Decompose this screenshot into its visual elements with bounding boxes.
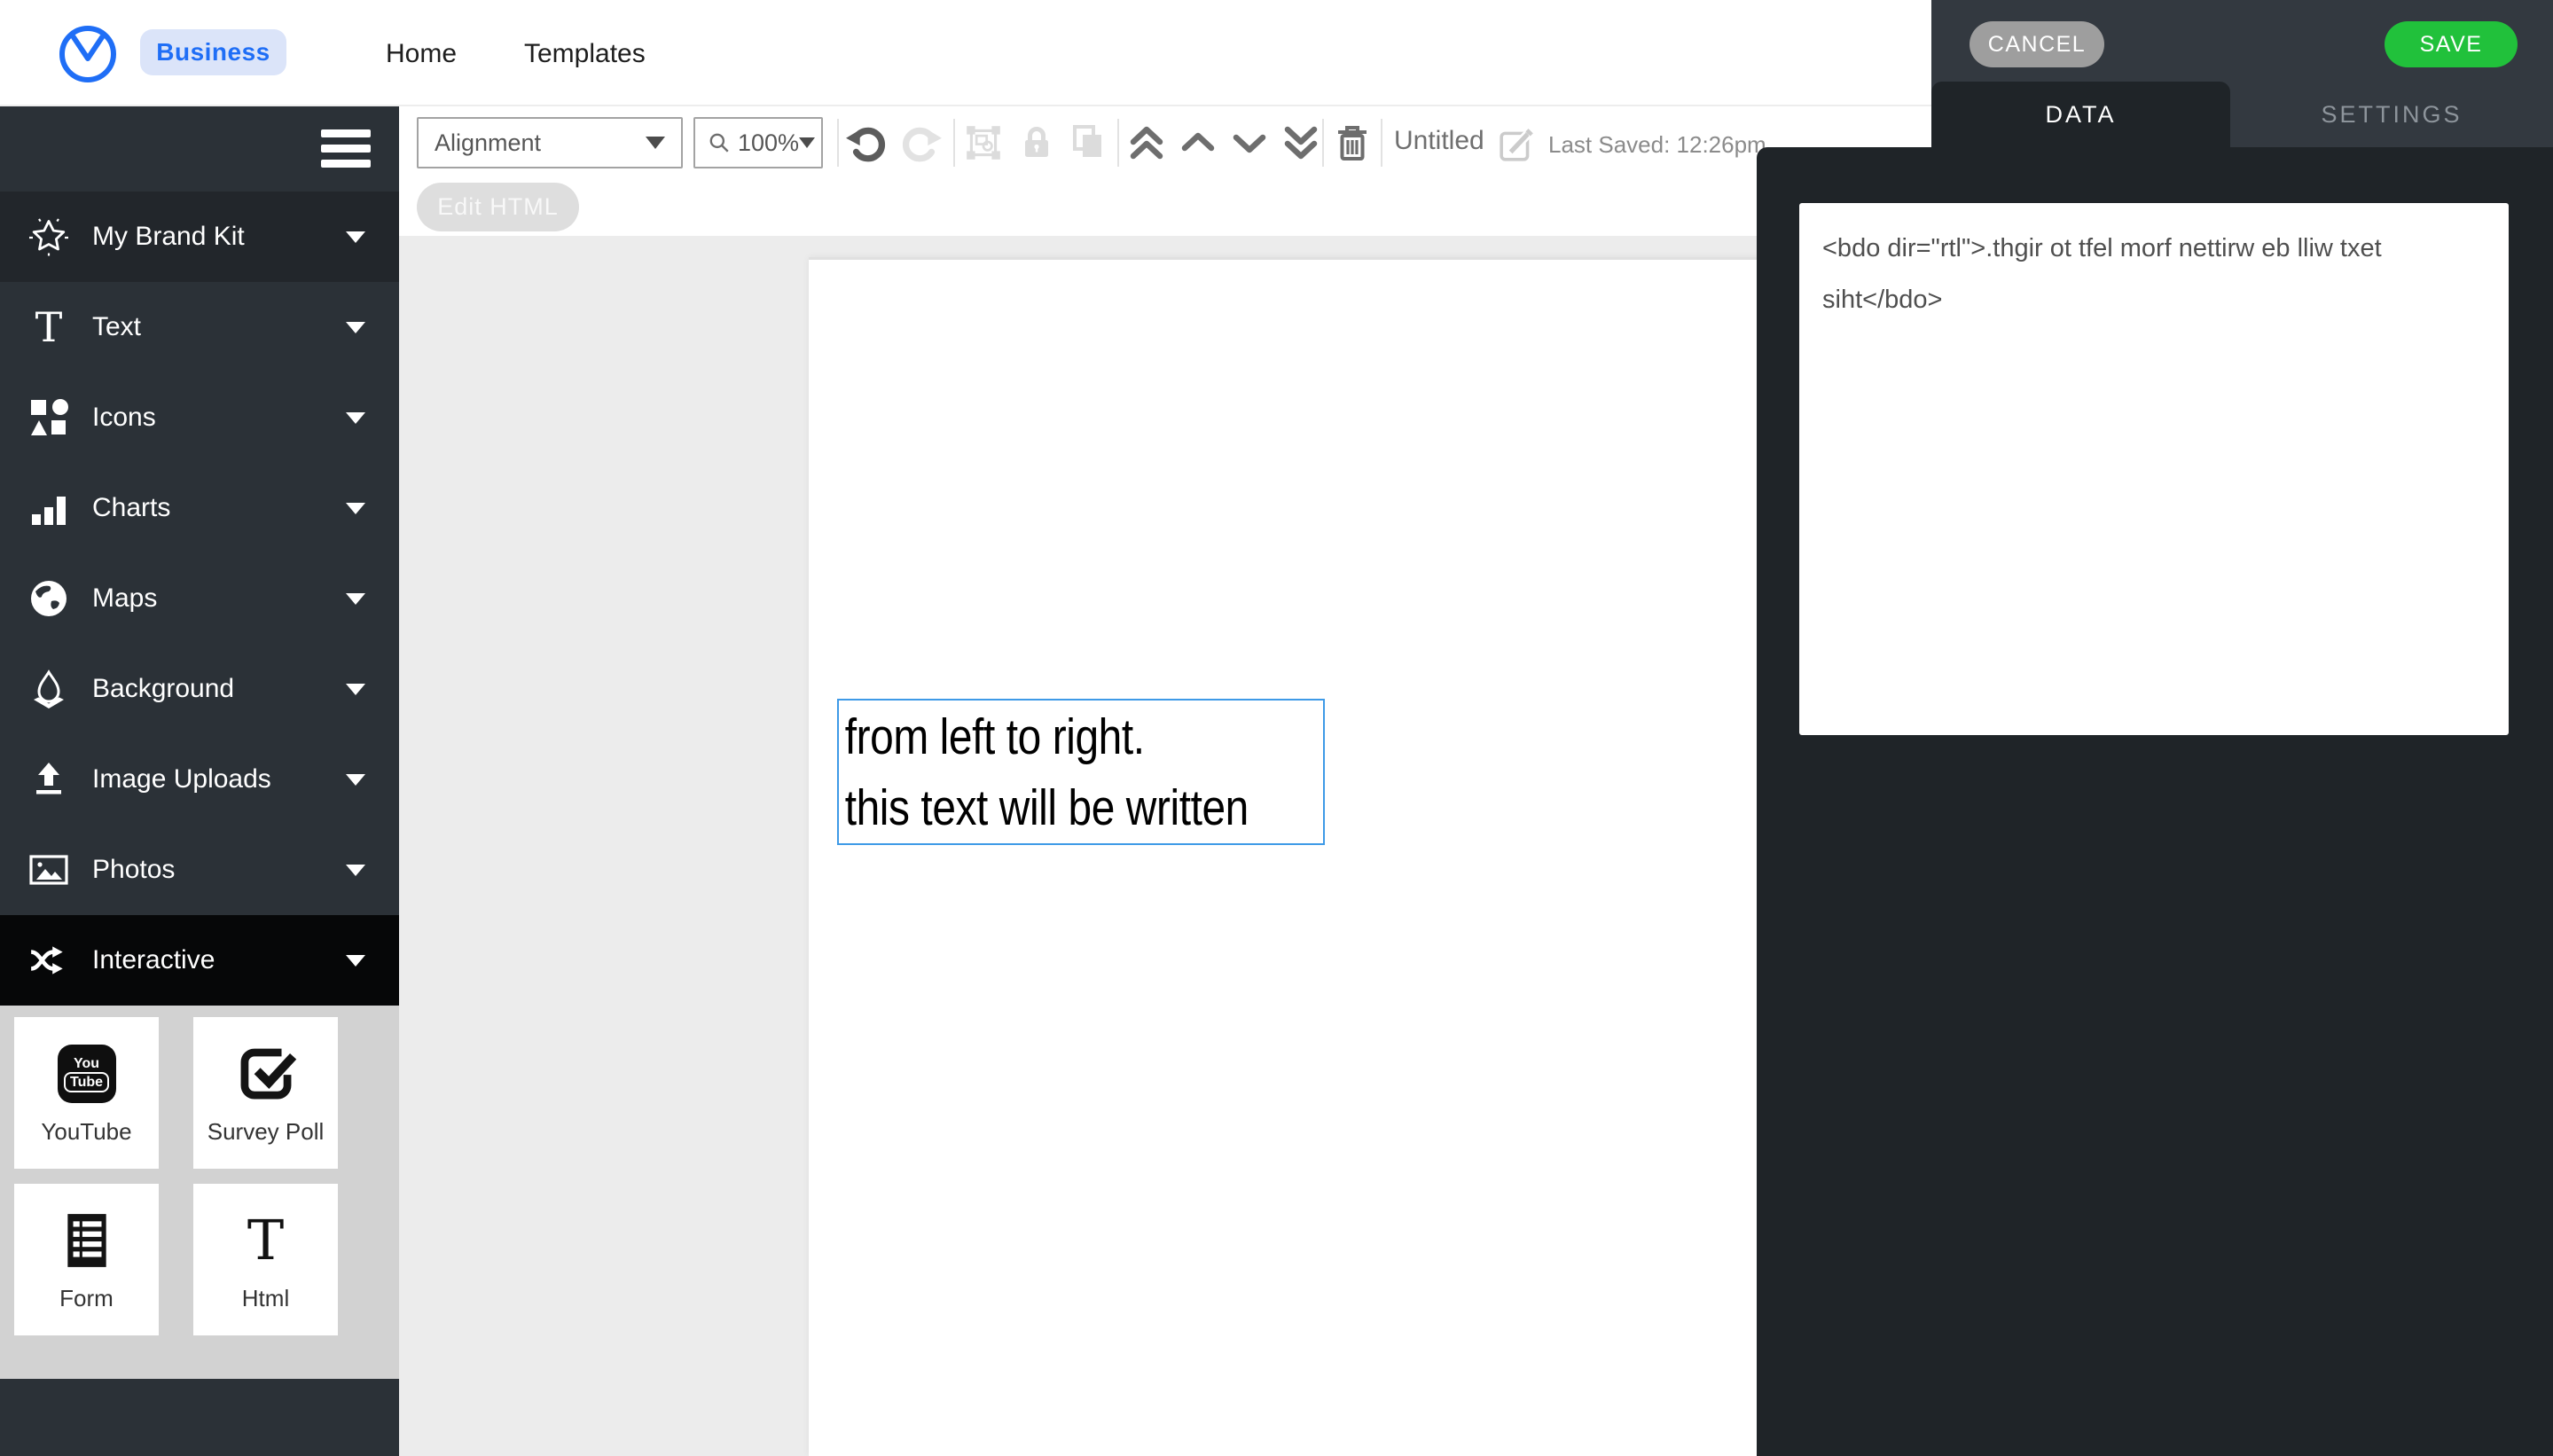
sidebar-item-label: Photos <box>92 855 175 885</box>
top-header: Business Home Templates <box>0 0 1931 106</box>
plan-badge: Business <box>140 29 286 75</box>
bring-forward-button[interactable] <box>1174 117 1222 168</box>
survey-check-icon <box>235 1031 297 1116</box>
zoom-dropdown[interactable]: 100% <box>693 117 823 168</box>
tab-data[interactable]: DATA <box>1931 82 2230 147</box>
panel-header: CANCEL SAVE DATA SETTINGS <box>1931 0 2553 147</box>
tab-settings[interactable]: SETTINGS <box>2230 82 2553 147</box>
chevron-down-icon <box>646 137 665 149</box>
tile-label: Html <box>242 1285 289 1312</box>
alignment-dropdown[interactable]: Alignment <box>417 117 683 168</box>
undo-button[interactable] <box>842 117 890 168</box>
sidebar-item-background[interactable]: Background <box>0 644 399 734</box>
magnifier-icon <box>708 131 731 154</box>
html-text-icon: T <box>247 1198 284 1283</box>
chevron-down-icon <box>346 774 365 786</box>
chevron-down-icon <box>346 503 365 514</box>
chevron-down-icon <box>799 137 815 148</box>
app-root: from left to right. this text will be wr… <box>0 0 2553 1456</box>
send-to-back-button[interactable] <box>1277 117 1325 168</box>
sidebar-item-image-uploads[interactable]: Image Uploads <box>0 734 399 825</box>
redo-button[interactable] <box>897 117 945 168</box>
sidebar-menu: My Brand Kit T Text <box>0 192 399 1006</box>
youtube-icon: You Tube <box>58 1031 116 1116</box>
bar-chart-icon <box>23 488 74 528</box>
tile-form[interactable]: Form <box>14 1184 159 1335</box>
droplet-icon <box>23 669 74 709</box>
form-icon <box>59 1198 114 1283</box>
tile-youtube[interactable]: You Tube YouTube <box>14 1017 159 1169</box>
data-panel: <bdo dir="rtl">.thgir ot tfel morf netti… <box>1757 147 2553 1456</box>
crop-frame-button[interactable] <box>959 117 1007 168</box>
chevron-down-icon <box>346 865 365 876</box>
alignment-dropdown-label: Alignment <box>435 129 541 157</box>
shuffle-icon <box>23 940 74 981</box>
selected-text-element[interactable]: from left to right. this text will be wr… <box>837 699 1325 845</box>
photo-icon <box>23 849 74 890</box>
bring-to-front-button[interactable] <box>1123 117 1171 168</box>
tile-label: Form <box>59 1285 114 1312</box>
brand-logo-icon[interactable] <box>58 23 118 90</box>
toolbar-divider <box>1381 119 1382 167</box>
tile-html[interactable]: T Html <box>193 1184 338 1335</box>
chevron-down-icon <box>346 412 365 424</box>
duplicate-button[interactable] <box>1064 117 1112 168</box>
tile-label: Survey Poll <box>208 1118 325 1146</box>
send-backward-button[interactable] <box>1226 117 1273 168</box>
toolbar-divider <box>837 119 839 167</box>
nav-templates[interactable]: Templates <box>524 39 646 69</box>
zoom-value: 100% <box>738 129 799 157</box>
sidebar-item-photos[interactable]: Photos <box>0 825 399 915</box>
shapes-icon <box>23 397 74 438</box>
chevron-down-icon <box>346 231 365 243</box>
code-input[interactable]: <bdo dir="rtl">.thgir ot tfel morf netti… <box>1799 203 2509 735</box>
sidebar-item-label: Background <box>92 674 234 704</box>
chevron-down-icon <box>346 593 365 605</box>
sidebar: My Brand Kit T Text <box>0 106 399 1456</box>
canvas-text-line1: from left to right. <box>845 701 1246 772</box>
sidebar-item-label: Maps <box>92 583 157 614</box>
text-icon: T <box>23 307 74 348</box>
globe-icon <box>23 578 74 619</box>
sidebar-item-label: Charts <box>92 493 170 523</box>
sidebar-item-charts[interactable]: Charts <box>0 463 399 553</box>
tile-survey-poll[interactable]: Survey Poll <box>193 1017 338 1169</box>
chevron-down-icon <box>346 684 365 695</box>
edit-html-button[interactable]: Edit HTML <box>417 183 579 231</box>
chevron-down-icon <box>346 322 365 333</box>
toolbar-divider <box>1117 119 1119 167</box>
sidebar-item-label: Text <box>92 312 141 342</box>
hamburger-menu-icon[interactable] <box>321 129 371 168</box>
tile-label: YouTube <box>41 1118 131 1146</box>
last-saved-text: Last Saved: 12:26pm <box>1548 131 1766 159</box>
document-title[interactable]: Untitled <box>1394 126 1484 156</box>
sidebar-item-interactive[interactable]: Interactive <box>0 915 399 1006</box>
canvas-text-line2: this text will be written <box>845 772 1246 843</box>
interactive-panel: You Tube YouTube Survey Poll <box>0 1006 399 1379</box>
sidebar-item-my-brand-kit[interactable]: My Brand Kit <box>0 192 399 282</box>
toolbar: Alignment 100% <box>399 106 1931 236</box>
sidebar-item-text[interactable]: T Text <box>0 282 399 372</box>
sidebar-item-maps[interactable]: Maps <box>0 553 399 644</box>
sidebar-item-icons[interactable]: Icons <box>0 372 399 463</box>
delete-button[interactable] <box>1328 117 1376 168</box>
edit-title-icon[interactable] <box>1499 126 1536 168</box>
sidebar-item-label: Image Uploads <box>92 764 271 795</box>
save-button[interactable]: SAVE <box>2385 21 2518 67</box>
sidebar-item-label: My Brand Kit <box>92 222 245 252</box>
star-icon <box>23 215 74 258</box>
lock-button[interactable] <box>1013 117 1061 168</box>
upload-icon <box>23 759 74 800</box>
toolbar-divider <box>953 119 955 167</box>
sidebar-item-label: Icons <box>92 403 156 433</box>
toolbar-divider <box>1322 119 1324 167</box>
chevron-down-icon <box>346 955 365 967</box>
cancel-button[interactable]: CANCEL <box>1970 21 2104 67</box>
sidebar-item-label: Interactive <box>92 945 215 975</box>
nav-home[interactable]: Home <box>386 39 457 69</box>
